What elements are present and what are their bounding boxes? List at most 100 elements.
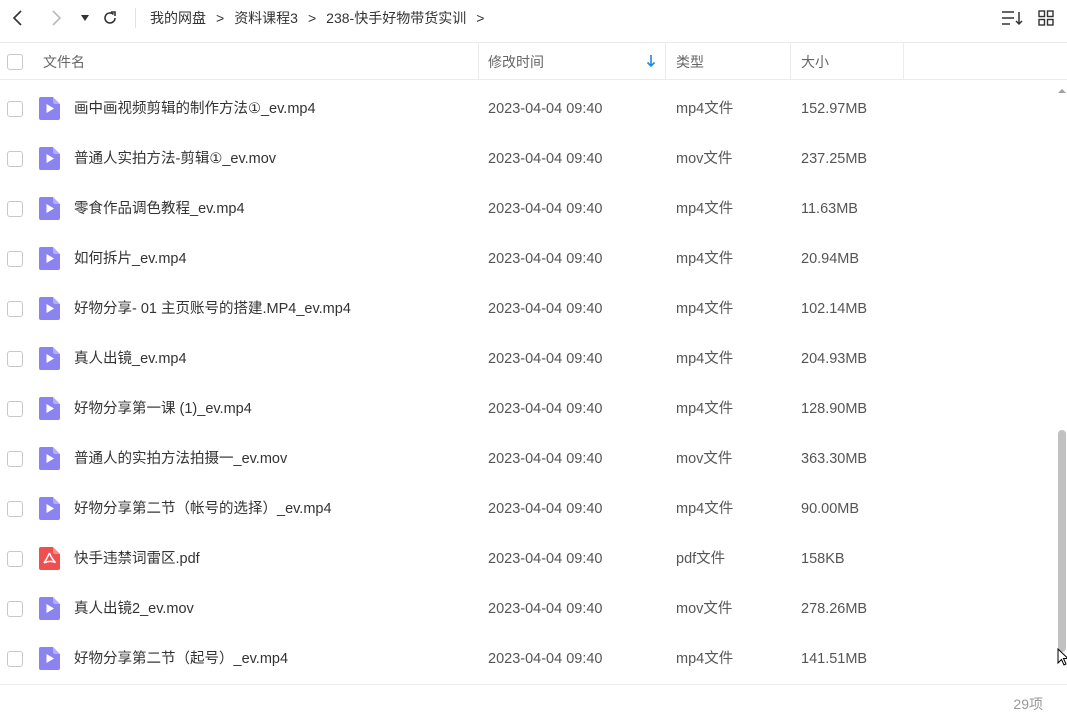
- file-modified-time: 2023-04-04 09:40: [488, 201, 603, 217]
- breadcrumb-item-folder[interactable]: 资料课程3: [234, 8, 298, 28]
- footer-divider: [0, 684, 1067, 685]
- file-type: mp4文件: [676, 301, 734, 317]
- row-checkbox[interactable]: [7, 101, 23, 117]
- video-file-icon: [39, 597, 60, 620]
- file-row[interactable]: 普通人实拍方法-剪辑①_ev.mov 2023-04-04 09:40 mov文…: [0, 134, 1056, 184]
- file-name[interactable]: 好物分享- 01 主页账号的搭建.MP4_ev.mp4: [74, 284, 351, 334]
- file-size: 158KB: [801, 551, 845, 567]
- file-type: mp4文件: [676, 251, 734, 267]
- file-size: 363.30MB: [801, 451, 868, 467]
- row-checkbox[interactable]: [7, 151, 23, 167]
- breadcrumb-item-root[interactable]: 我的网盘: [150, 8, 206, 28]
- row-checkbox[interactable]: [7, 551, 23, 567]
- forward-button[interactable]: [40, 2, 72, 34]
- file-modified-time: 2023-04-04 09:40: [488, 351, 603, 367]
- file-name[interactable]: 真人出镜2_ev.mov: [74, 584, 194, 634]
- file-name[interactable]: 如何拆片_ev.mp4: [74, 234, 187, 284]
- file-row[interactable]: 好物分享第一课 (1)_ev.mp4 2023-04-04 09:40 mp4文…: [0, 384, 1056, 434]
- video-file-icon: [39, 97, 60, 120]
- video-file-icon: [39, 197, 60, 220]
- column-header-size[interactable]: 大小: [801, 43, 829, 80]
- row-checkbox[interactable]: [7, 201, 23, 217]
- file-row[interactable]: 快手违禁词雷区.pdf 2023-04-04 09:40 pdf文件 158KB: [0, 534, 1056, 584]
- file-name[interactable]: 快手违禁词雷区.pdf: [74, 534, 200, 584]
- file-row[interactable]: 好物分享- 01 主页账号的搭建.MP4_ev.mp4 2023-04-04 0…: [0, 284, 1056, 334]
- sort-list-icon: [1002, 11, 1023, 26]
- column-header-modified[interactable]: 修改时间: [488, 43, 544, 80]
- sort-descending-icon: [646, 55, 656, 68]
- file-type: pdf文件: [676, 551, 726, 567]
- row-checkbox[interactable]: [7, 401, 23, 417]
- file-row[interactable]: 如何拆片_ev.mp4 2023-04-04 09:40 mp4文件 20.94…: [0, 234, 1056, 284]
- scroll-up-arrow-icon[interactable]: [1057, 86, 1067, 96]
- file-modified-time: 2023-04-04 09:40: [488, 401, 603, 417]
- grid-view-button[interactable]: [1030, 2, 1062, 34]
- file-type: mp4文件: [676, 351, 734, 367]
- row-checkbox[interactable]: [7, 351, 23, 367]
- video-file-icon: [39, 297, 60, 320]
- file-modified-time: 2023-04-04 09:40: [488, 551, 603, 567]
- file-modified-time: 2023-04-04 09:40: [488, 451, 603, 467]
- file-size: 278.26MB: [801, 601, 868, 617]
- row-checkbox[interactable]: [7, 301, 23, 317]
- file-row[interactable]: 好物分享第二节（起号）_ev.mp4 2023-04-04 09:40 mp4文…: [0, 634, 1056, 684]
- file-row[interactable]: 真人出镜2_ev.mov 2023-04-04 09:40 mov文件 278.…: [0, 584, 1056, 634]
- file-row[interactable]: 零食作品调色教程_ev.mp4 2023-04-04 09:40 mp4文件 1…: [0, 184, 1056, 234]
- file-type: mov文件: [676, 451, 733, 467]
- file-modified-time: 2023-04-04 09:40: [488, 251, 603, 267]
- file-name[interactable]: 好物分享第一课 (1)_ev.mp4: [74, 384, 252, 434]
- file-size: 128.90MB: [801, 401, 868, 417]
- refresh-button[interactable]: [94, 2, 126, 34]
- row-checkbox[interactable]: [7, 601, 23, 617]
- back-button[interactable]: [2, 2, 34, 34]
- file-name[interactable]: 零食作品调色教程_ev.mp4: [74, 184, 245, 234]
- file-row[interactable]: 画中画视频剪辑的制作方法①_ev.mp4 2023-04-04 09:40 mp…: [0, 84, 1056, 134]
- video-file-icon: [39, 397, 60, 420]
- pdf-file-icon: [39, 547, 60, 570]
- toolbar-divider: [135, 8, 136, 28]
- file-name[interactable]: 真人出镜_ev.mp4: [74, 334, 187, 384]
- file-row[interactable]: 真人出镜_ev.mp4 2023-04-04 09:40 mp4文件 204.9…: [0, 334, 1056, 384]
- file-list: 画中画视频剪辑的制作方法①_ev.mp4 2023-04-04 09:40 mp…: [0, 84, 1056, 684]
- video-file-icon: [39, 347, 60, 370]
- column-header-name[interactable]: 文件名: [43, 43, 85, 80]
- mouse-cursor-icon: [1057, 648, 1067, 666]
- row-checkbox[interactable]: [7, 451, 23, 467]
- file-name[interactable]: 普通人的实拍方法拍摄一_ev.mov: [74, 434, 287, 484]
- file-name[interactable]: 普通人实拍方法-剪辑①_ev.mov: [74, 134, 276, 184]
- breadcrumb-item-current[interactable]: 238-快手好物带货实训: [326, 8, 466, 28]
- row-checkbox[interactable]: [7, 251, 23, 267]
- caret-down-icon: [81, 15, 89, 21]
- file-modified-time: 2023-04-04 09:40: [488, 301, 603, 317]
- chevron-left-icon: [12, 10, 22, 26]
- video-file-icon: [39, 247, 60, 270]
- sort-menu-button[interactable]: [996, 2, 1028, 34]
- video-file-icon: [39, 497, 60, 520]
- column-divider: [903, 43, 904, 80]
- file-modified-time: 2023-04-04 09:40: [488, 101, 603, 117]
- file-size: 152.97MB: [801, 101, 868, 117]
- video-file-icon: [39, 147, 60, 170]
- breadcrumb-separator: >: [476, 10, 485, 26]
- file-type: mp4文件: [676, 501, 734, 517]
- scrollbar-thumb[interactable]: [1058, 430, 1066, 652]
- file-row[interactable]: 普通人的实拍方法拍摄一_ev.mov 2023-04-04 09:40 mov文…: [0, 434, 1056, 484]
- toolbar: 我的网盘 > 资料课程3 > 238-快手好物带货实训 >: [0, 0, 1067, 36]
- select-all-checkbox[interactable]: [7, 54, 23, 70]
- file-modified-time: 2023-04-04 09:40: [488, 651, 603, 667]
- row-checkbox[interactable]: [7, 501, 23, 517]
- file-name[interactable]: 好物分享第二节（帐号的选择）_ev.mp4: [74, 484, 332, 534]
- file-row[interactable]: 好物分享第二节（帐号的选择）_ev.mp4 2023-04-04 09:40 m…: [0, 484, 1056, 534]
- video-file-icon: [39, 647, 60, 670]
- column-header-type[interactable]: 类型: [676, 43, 704, 80]
- file-name[interactable]: 画中画视频剪辑的制作方法①_ev.mp4: [74, 84, 316, 134]
- row-checkbox[interactable]: [7, 651, 23, 667]
- file-type: mp4文件: [676, 401, 734, 417]
- file-type: mp4文件: [676, 101, 734, 117]
- file-size: 204.93MB: [801, 351, 868, 367]
- file-type: mov文件: [676, 601, 733, 617]
- file-name[interactable]: 好物分享第二节（起号）_ev.mp4: [74, 634, 288, 684]
- file-modified-time: 2023-04-04 09:40: [488, 501, 603, 517]
- file-size: 11.63MB: [801, 201, 858, 217]
- file-type: mp4文件: [676, 201, 734, 217]
